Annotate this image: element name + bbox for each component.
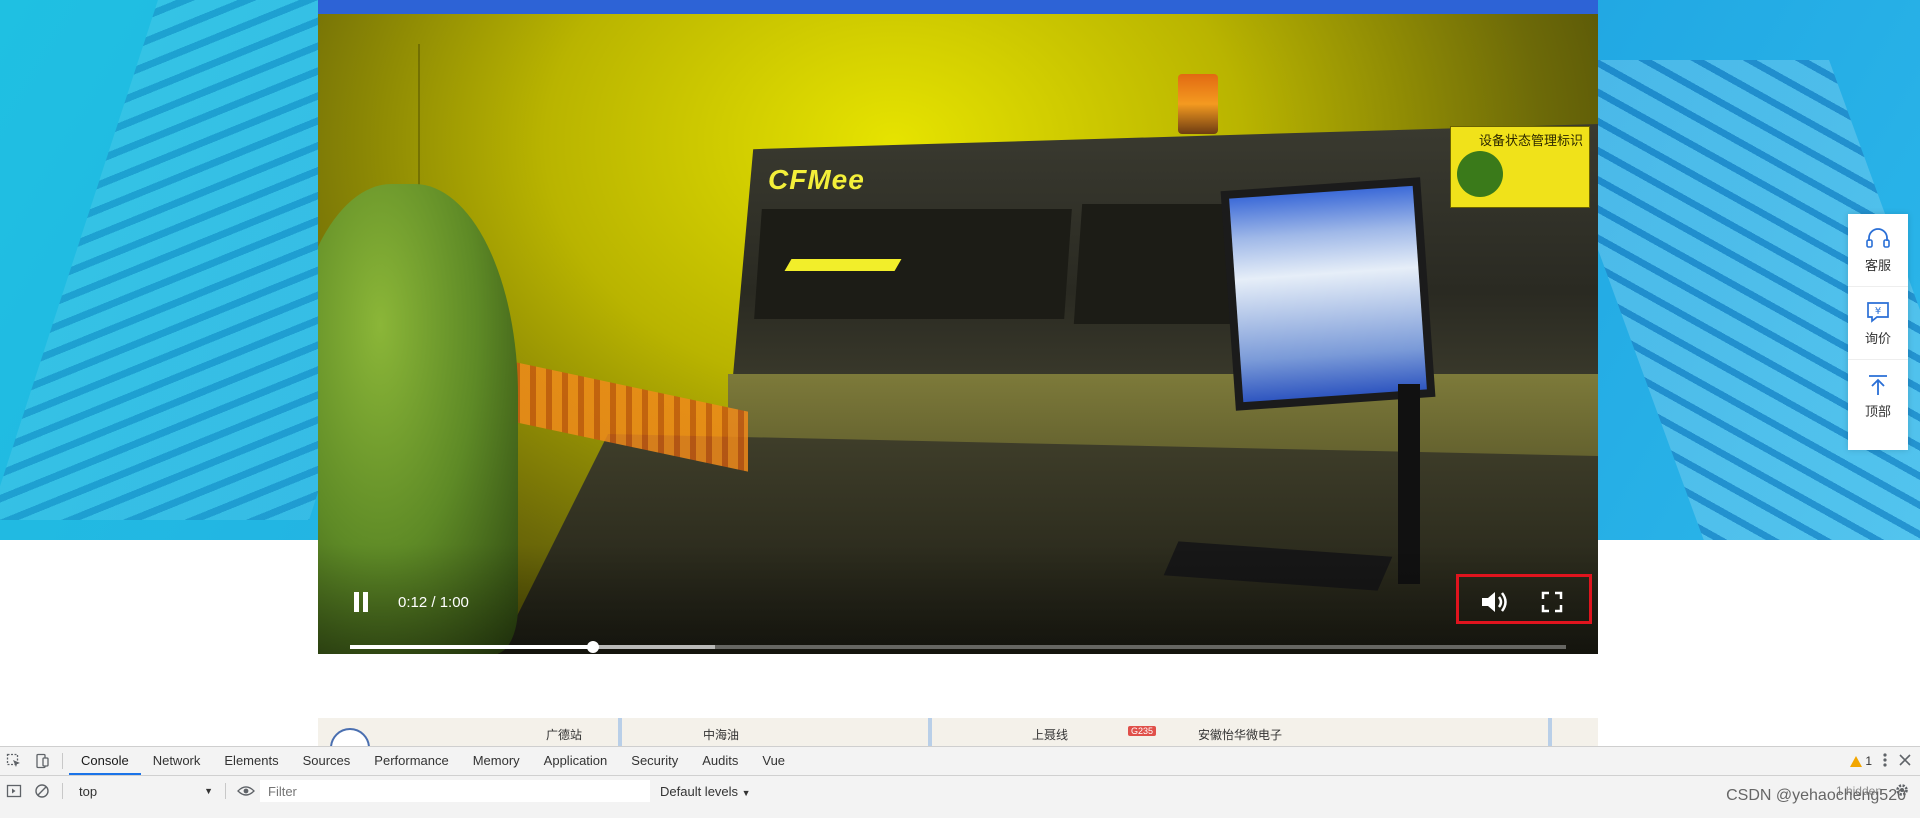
fullscreen-icon xyxy=(1541,591,1563,613)
map-label: 安徽怡华微电子 xyxy=(1198,728,1283,742)
log-levels-label: Default levels xyxy=(660,783,739,799)
video-signal-beacon xyxy=(1178,74,1218,134)
live-expression-button[interactable] xyxy=(232,777,260,805)
toolbar-divider xyxy=(62,783,63,799)
time-display: 0:12 / 1:00 xyxy=(398,594,469,611)
svg-text:¥: ¥ xyxy=(1875,306,1881,317)
device-mode-icon xyxy=(36,753,49,769)
pause-button[interactable] xyxy=(352,592,370,612)
devtools-panel: Console Network Elements Sources Perform… xyxy=(0,746,1920,818)
back-to-top-icon xyxy=(1869,374,1887,395)
progress-played xyxy=(350,645,594,649)
headset-icon xyxy=(1866,227,1890,248)
tab-console[interactable]: Console xyxy=(69,747,141,775)
side-item-label: 询价 xyxy=(1864,330,1891,346)
warnings-badge[interactable]: 1 xyxy=(1850,754,1872,768)
tab-vue[interactable]: Vue xyxy=(750,747,797,775)
close-icon xyxy=(1899,753,1911,766)
controls-highlight-box xyxy=(1456,574,1592,624)
side-item-label: 客服 xyxy=(1864,257,1891,273)
inspect-element-button[interactable] xyxy=(0,747,28,775)
device-toolbar-button[interactable] xyxy=(28,747,56,775)
video-equipment-tag: 设备状态管理标识 xyxy=(1450,126,1590,208)
map-road xyxy=(1548,718,1552,746)
toolbar-divider xyxy=(62,753,63,769)
side-item-inquiry[interactable]: ¥ 询价 xyxy=(1848,287,1908,360)
execution-context-select[interactable]: top ▼ xyxy=(69,781,219,801)
context-value: top xyxy=(79,783,98,799)
fullscreen-button[interactable] xyxy=(1540,590,1564,614)
video-monitor xyxy=(1220,177,1436,411)
dropdown-arrow-icon: ▼ xyxy=(741,787,751,798)
map-road xyxy=(928,718,932,746)
eye-icon xyxy=(237,786,255,796)
tab-memory[interactable]: Memory xyxy=(461,747,532,775)
kebab-menu-icon xyxy=(1883,752,1887,767)
tab-application[interactable]: Application xyxy=(532,747,620,775)
side-toolbar: 客服 ¥ 询价 顶部 xyxy=(1848,214,1908,450)
side-item-back-to-top[interactable]: 顶部 xyxy=(1848,360,1908,432)
tab-performance[interactable]: Performance xyxy=(362,747,460,775)
tab-elements[interactable]: Elements xyxy=(212,747,290,775)
map-road-badge: G235 xyxy=(1128,726,1157,736)
more-options-button[interactable] xyxy=(1882,752,1888,771)
console-toolbar: top ▼ Default levels ▼ 1 hidden xyxy=(0,776,1920,806)
progress-bar[interactable] xyxy=(350,641,1566,653)
console-filter-input[interactable] xyxy=(260,780,650,802)
progress-handle[interactable] xyxy=(587,641,600,653)
tab-network[interactable]: Network xyxy=(141,747,213,775)
dropdown-arrow-icon: ▼ xyxy=(204,786,213,796)
warning-icon xyxy=(1850,755,1863,767)
map-label: 广德站 xyxy=(546,728,583,742)
volume-button[interactable] xyxy=(1480,590,1510,614)
video-light-glint xyxy=(784,259,902,271)
tab-sources[interactable]: Sources xyxy=(291,747,363,775)
sidebar-toggle-icon xyxy=(6,784,22,798)
toolbar-divider xyxy=(225,783,226,799)
video-equipment-tag-title: 设备状态管理标识 xyxy=(1478,133,1583,148)
video-tag-seal xyxy=(1457,151,1503,197)
watermark-text: CSDN @yehaocheng520 xyxy=(1726,787,1906,804)
map-area[interactable]: 广德站 中海油 上聂线 G235 安徽怡华微电子 xyxy=(318,718,1598,746)
close-devtools-button[interactable] xyxy=(1898,753,1912,770)
log-levels-dropdown[interactable]: Default levels ▼ xyxy=(650,784,761,799)
video-controls: 0:12 / 1:00 xyxy=(318,544,1598,654)
video-monitor-screen xyxy=(1229,185,1427,403)
block-icon xyxy=(35,784,49,798)
tab-audits[interactable]: Audits xyxy=(690,747,750,775)
tab-security[interactable]: Security xyxy=(619,747,690,775)
devtools-right-actions: 1 xyxy=(1850,747,1912,775)
console-sidebar-button[interactable] xyxy=(0,777,28,805)
map-label: 上聂线 xyxy=(1032,728,1069,742)
map-road xyxy=(618,718,622,746)
clear-console-button[interactable] xyxy=(28,777,56,805)
devtools-tab-bar: Console Network Elements Sources Perform… xyxy=(0,747,1920,776)
side-item-customer-service[interactable]: 客服 xyxy=(1848,214,1908,287)
inspect-cursor-icon xyxy=(6,753,20,767)
side-item-label: 顶部 xyxy=(1864,403,1891,419)
volume-icon xyxy=(1482,592,1507,612)
video-machine-logo: CFMee xyxy=(768,164,865,195)
video-player[interactable]: CFMee 设备状态管理标识 0:12 / 1:00 xyxy=(318,14,1598,654)
map-compass-control[interactable] xyxy=(330,728,370,746)
warning-count: 1 xyxy=(1865,754,1872,768)
inquiry-icon: ¥ xyxy=(1867,301,1889,323)
map-label: 中海油 xyxy=(703,728,740,742)
